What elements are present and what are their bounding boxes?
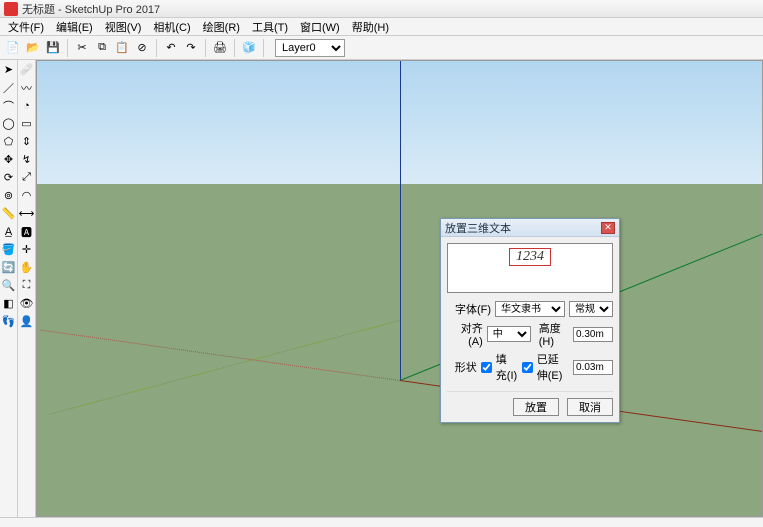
3dtext-tool-icon[interactable]: 🅰 <box>19 224 34 239</box>
close-icon[interactable]: ✕ <box>601 222 615 234</box>
main-toolbar: 📄 📂 💾 ✂ ⧉ 📋 ⊘ ↶ ↷ 🖨 🧊 Layer0 <box>0 36 763 60</box>
rectangle-tool-icon[interactable]: ▭ <box>19 116 34 131</box>
title-bar: 无标题 - SketchUp Pro 2017 <box>0 0 763 18</box>
menu-draw[interactable]: 绘图(R) <box>197 18 246 36</box>
zoom-extents-icon[interactable]: ⛶ <box>19 278 34 293</box>
menu-file[interactable]: 文件(F) <box>2 18 50 36</box>
layer-dropdown[interactable]: Layer0 <box>275 39 345 57</box>
paste-icon[interactable]: 📋 <box>113 39 131 57</box>
protractor-tool-icon[interactable]: ◠ <box>19 188 34 203</box>
place-3d-text-dialog: 放置三维文本 ✕ 1234 字体(F) 华文隶书 常规 对齐(A) 中 高度(H… <box>440 218 620 423</box>
fill-label: 填充(I) <box>496 351 518 383</box>
menu-bar: 文件(F) 编辑(E) 视图(V) 相机(C) 绘图(R) 工具(T) 窗口(W… <box>0 18 763 36</box>
orbit-tool-icon[interactable]: 🔄 <box>1 260 16 275</box>
walk-tool-icon[interactable]: 👣 <box>1 314 16 329</box>
followme-tool-icon[interactable]: ↯ <box>19 152 34 167</box>
height-input[interactable] <box>573 327 613 342</box>
axes-tool-icon[interactable]: ✛ <box>19 242 34 257</box>
extrude-checkbox[interactable] <box>522 362 533 373</box>
status-bar <box>0 517 763 527</box>
dimension-tool-icon[interactable]: ⟷ <box>19 206 34 221</box>
menu-help[interactable]: 帮助(H) <box>346 18 395 36</box>
height-label: 高度(H) <box>539 320 569 348</box>
main-area: ➤ ／ ⌒ ◯ ⬠ ✥ ⟳ ⊚ 📏 A̲ 🪣 🔄 🔍 ◧ 👣 🩹 〰 ◔ ▭ ⇕… <box>0 60 763 517</box>
tool-column-1: ➤ ／ ⌒ ◯ ⬠ ✥ ⟳ ⊚ 📏 A̲ 🪣 🔄 🔍 ◧ 👣 <box>0 60 18 517</box>
shape-label: 形状 <box>447 359 477 375</box>
pie-tool-icon[interactable]: ◔ <box>19 98 34 113</box>
preview-text: 1234 <box>509 248 551 266</box>
text-tool-icon[interactable]: A̲ <box>1 224 16 239</box>
align-select[interactable]: 中 <box>487 326 531 342</box>
viewport-3d[interactable] <box>36 60 763 517</box>
polygon-tool-icon[interactable]: ⬠ <box>1 134 16 149</box>
dialog-title-text: 放置三维文本 <box>445 220 511 236</box>
window-title: 无标题 - SketchUp Pro 2017 <box>22 1 160 17</box>
font-label: 字体(F) <box>447 301 491 317</box>
menu-camera[interactable]: 相机(C) <box>147 18 196 36</box>
tool-column-2: 🩹 〰 ◔ ▭ ⇕ ↯ ⤢ ◠ ⟷ 🅰 ✛ ✋ ⛶ 👁 👤 <box>18 60 36 517</box>
menu-view[interactable]: 视图(V) <box>99 18 148 36</box>
freehand-tool-icon[interactable]: 〰 <box>19 80 34 95</box>
tape-tool-icon[interactable]: 📏 <box>1 206 16 221</box>
select-tool-icon[interactable]: ➤ <box>1 62 16 77</box>
redo-icon[interactable]: ↷ <box>182 39 200 57</box>
rotate-tool-icon[interactable]: ⟳ <box>1 170 16 185</box>
dialog-body: 1234 字体(F) 华文隶书 常规 对齐(A) 中 高度(H) 形状 填充(I… <box>441 237 619 422</box>
line-tool-icon[interactable]: ／ <box>1 80 16 95</box>
cancel-button[interactable]: 取消 <box>567 398 613 416</box>
align-label: 对齐(A) <box>447 320 483 348</box>
save-file-icon[interactable]: 💾 <box>44 39 62 57</box>
look-tool-icon[interactable]: 👁 <box>19 296 34 311</box>
place-button[interactable]: 放置 <box>513 398 559 416</box>
menu-window[interactable]: 窗口(W) <box>294 18 346 36</box>
extrude-label: 已延伸(E) <box>537 351 569 383</box>
delete-icon[interactable]: ⊘ <box>133 39 151 57</box>
font-select[interactable]: 华文隶书 <box>495 301 565 317</box>
pan-tool-icon[interactable]: ✋ <box>19 260 34 275</box>
offset-tool-icon[interactable]: ⊚ <box>1 188 16 203</box>
cut-icon[interactable]: ✂ <box>73 39 91 57</box>
position-camera-icon[interactable]: 👤 <box>19 314 34 329</box>
fill-checkbox[interactable] <box>481 362 492 373</box>
arc-tool-icon[interactable]: ⌒ <box>1 98 16 113</box>
model-info-icon[interactable]: 🧊 <box>240 39 258 57</box>
dialog-title-bar[interactable]: 放置三维文本 ✕ <box>441 219 619 237</box>
paint-tool-icon[interactable]: 🪣 <box>1 242 16 257</box>
section-tool-icon[interactable]: ◧ <box>1 296 16 311</box>
separator <box>156 39 157 57</box>
separator <box>234 39 235 57</box>
scale-tool-icon[interactable]: ⤢ <box>19 170 34 185</box>
font-style-select[interactable]: 常规 <box>569 301 613 317</box>
circle-tool-icon[interactable]: ◯ <box>1 116 16 131</box>
undo-icon[interactable]: ↶ <box>162 39 180 57</box>
move-tool-icon[interactable]: ✥ <box>1 152 16 167</box>
axis-blue <box>400 61 401 380</box>
separator <box>263 39 264 57</box>
zoom-tool-icon[interactable]: 🔍 <box>1 278 16 293</box>
menu-tools[interactable]: 工具(T) <box>246 18 294 36</box>
separator <box>205 39 206 57</box>
app-icon <box>4 2 18 16</box>
text-preview[interactable]: 1234 <box>447 243 613 293</box>
pushpull-tool-icon[interactable]: ⇕ <box>19 134 34 149</box>
copy-icon[interactable]: ⧉ <box>93 39 111 57</box>
print-icon[interactable]: 🖨 <box>211 39 229 57</box>
extrude-input[interactable] <box>573 360 613 375</box>
separator <box>67 39 68 57</box>
eraser-tool-icon[interactable]: 🩹 <box>19 62 34 77</box>
menu-edit[interactable]: 编辑(E) <box>50 18 99 36</box>
open-file-icon[interactable]: 📂 <box>24 39 42 57</box>
new-file-icon[interactable]: 📄 <box>4 39 22 57</box>
